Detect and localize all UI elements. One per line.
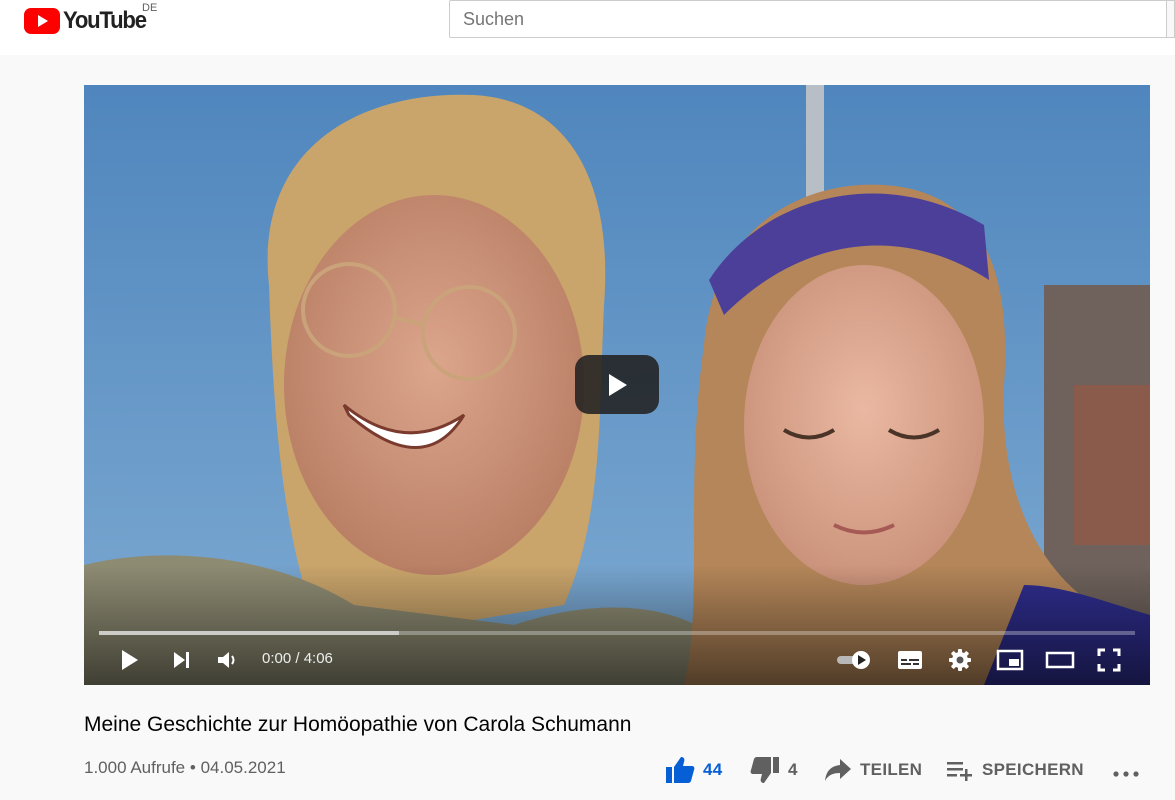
miniplayer-button[interactable] (994, 645, 1026, 675)
share-label: TEILEN (860, 760, 923, 779)
next-button[interactable] (166, 645, 196, 675)
progress-loaded (99, 631, 400, 635)
thumbs-down-icon (750, 757, 779, 783)
settings-button[interactable] (945, 645, 975, 675)
search-button[interactable] (1167, 0, 1175, 38)
video-title: Meine Geschichte zur Homöopathie von Car… (84, 713, 632, 736)
time-display: 0:00 / 4:06 (262, 650, 333, 667)
save-button[interactable]: SPEICHERN (946, 752, 1084, 788)
playlist-add-icon (947, 762, 972, 781)
autoplay-toggle[interactable] (834, 645, 874, 675)
meta-separator: • (189, 758, 196, 777)
thumbs-up-icon (666, 757, 695, 783)
more-horizontal-icon (1113, 771, 1139, 777)
video-meta: 1.000 Aufrufe • 04.05.2021 (84, 758, 286, 778)
subtitles-button[interactable] (895, 645, 925, 675)
like-button[interactable]: 44 (665, 752, 723, 788)
play-icon (122, 650, 138, 670)
save-label: SPEICHERN (982, 760, 1084, 779)
theater-mode-icon (1045, 651, 1075, 669)
search-input[interactable] (449, 0, 1167, 38)
youtube-logo-icon (24, 8, 60, 34)
miniplayer-icon (996, 649, 1024, 671)
dislike-count: 4 (788, 760, 798, 779)
more-actions-button[interactable] (1112, 752, 1140, 788)
upload-date: 04.05.2021 (200, 758, 286, 777)
controls-gradient (84, 565, 1150, 685)
fullscreen-button[interactable] (1094, 645, 1124, 675)
subtitles-icon (898, 651, 922, 669)
volume-icon (218, 652, 235, 668)
autoplay-toggle-icon (837, 651, 870, 669)
logo-text: YouTube (63, 7, 147, 34)
theater-mode-button[interactable] (1044, 645, 1076, 675)
next-icon (174, 652, 189, 668)
progress-bar[interactable] (99, 631, 1135, 635)
fullscreen-icon (1097, 648, 1121, 672)
masthead: YouTube DE (0, 0, 1175, 55)
country-code: DE (142, 2, 158, 14)
play-icon (609, 373, 627, 396)
youtube-logo[interactable]: YouTube (24, 7, 153, 34)
like-count: 44 (703, 760, 723, 779)
view-count: 1.000 Aufrufe (84, 758, 186, 777)
dislike-button[interactable]: 4 (750, 752, 798, 788)
share-icon (825, 759, 851, 781)
large-play-button[interactable] (575, 355, 659, 414)
settings-icon (949, 649, 971, 671)
share-button[interactable]: TEILEN (824, 752, 922, 788)
video-player[interactable]: 0:00 / 4:06 (84, 85, 1150, 685)
mute-button[interactable] (212, 645, 242, 675)
play-button[interactable] (114, 645, 144, 675)
